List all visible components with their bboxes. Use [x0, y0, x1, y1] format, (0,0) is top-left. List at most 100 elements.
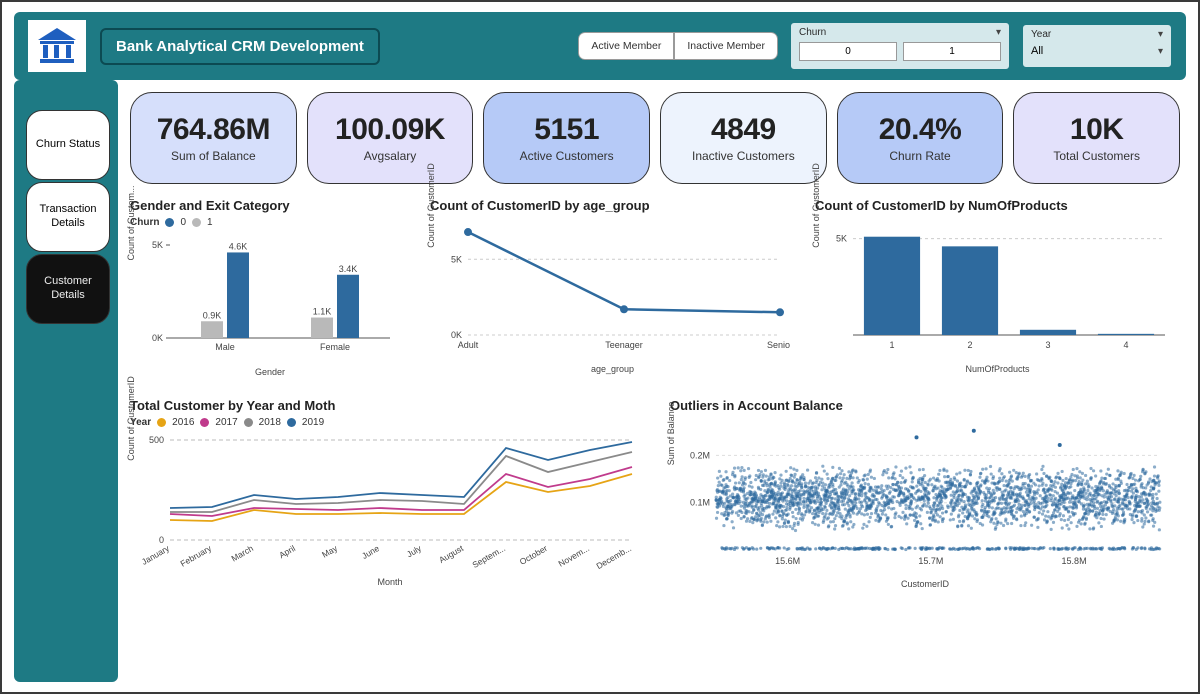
legend-item: 2017 [215, 417, 237, 428]
svg-text:0.1M: 0.1M [690, 498, 710, 508]
y-axis-label: Count of CustomerID [126, 376, 136, 461]
active-member-button[interactable]: Active Member [578, 32, 674, 61]
chart-svg: 0500JanuaryFebruaryMarchAprilMayJuneJuly… [130, 430, 640, 570]
kpi-row: 764.86M Sum of Balance 100.09K Avgsalary 515… [130, 92, 1180, 184]
nav-item-1[interactable]: Transaction Details [26, 182, 110, 252]
kpi-card-2: 5151Active Customers [483, 92, 650, 184]
x-axis-label: CustomerID [670, 579, 1180, 589]
page-title-pill: Bank Analytical CRM Development [100, 28, 380, 65]
top-controls: Active Member Inactive Member Churn ▾ 0 … [578, 22, 1172, 70]
app-logo [28, 20, 86, 72]
kpi-value: 100.09K [335, 113, 445, 147]
legend-swatch [244, 418, 253, 427]
kpi-label: Churn Rate [889, 149, 950, 163]
nav-item-0[interactable]: Churn Status [26, 110, 110, 180]
svg-text:August: August [437, 543, 465, 565]
svg-text:500: 500 [149, 435, 164, 445]
svg-text:May: May [320, 543, 340, 560]
x-axis-label: Gender [130, 367, 410, 377]
svg-text:4.6K: 4.6K [229, 241, 248, 251]
app-frame: Bank Analytical CRM Development Active M… [0, 0, 1200, 694]
svg-text:5K: 5K [836, 234, 847, 244]
nav-item-2[interactable]: Customer Details [26, 254, 110, 324]
top-bar: Bank Analytical CRM Development Active M… [14, 12, 1186, 80]
kpi-value: 20.4% [879, 113, 962, 147]
legend-swatch [287, 418, 296, 427]
x-axis-label: Month [130, 577, 650, 587]
kpi-card-4: 20.4% Churn Rate [837, 92, 1004, 184]
svg-text:Male: Male [215, 342, 235, 352]
svg-text:July: July [405, 543, 424, 560]
kpi-label: Sum of Balance [171, 149, 256, 163]
x-axis-label: NumOfProducts [815, 364, 1180, 374]
churn-option-1[interactable]: 1 [903, 42, 1001, 61]
chart-age-group: Count of CustomerID by age_group Count o… [430, 198, 795, 388]
year-slicer-label: Year [1031, 29, 1051, 40]
chart-title: Total Customer by Year and Moth [130, 398, 650, 413]
chart-gender-exit: Gender and Exit Category Churn 0 1 Count… [130, 198, 410, 388]
legend-item: 2018 [259, 417, 281, 428]
bank-icon [36, 26, 78, 66]
legend-swatch-0 [165, 218, 174, 227]
chevron-down-icon: ▾ [996, 27, 1001, 38]
kpi-card-5: 10K Total Customers [1013, 92, 1180, 184]
churn-option-0[interactable]: 0 [799, 42, 897, 61]
svg-text:0.9K: 0.9K [203, 310, 222, 320]
svg-text:Female: Female [320, 342, 350, 352]
svg-text:Adult: Adult [458, 340, 479, 350]
legend-swatch-1 [192, 218, 201, 227]
legend-item: 1 [207, 217, 213, 228]
svg-text:5K: 5K [451, 254, 462, 264]
churn-slicer[interactable]: Churn ▾ 0 1 [790, 22, 1010, 70]
svg-text:Decemb...: Decemb... [594, 543, 633, 570]
chart-legend: Year 2016201720182019 [130, 417, 650, 428]
svg-text:5K: 5K [152, 240, 163, 250]
year-value: All [1031, 45, 1043, 57]
legend-swatch [200, 418, 209, 427]
chart-svg: 5K1234 [815, 217, 1175, 357]
svg-text:3.4K: 3.4K [339, 264, 358, 274]
year-dropdown[interactable]: All ▾ [1031, 43, 1163, 59]
svg-text:15.7M: 15.7M [918, 556, 943, 566]
chart-outliers: Outliers in Account Balance Sum of Balan… [670, 398, 1180, 598]
kpi-value: 764.86M [157, 113, 270, 147]
churn-slicer-label: Churn [799, 27, 826, 38]
svg-text:2: 2 [967, 340, 972, 350]
legend-swatch [157, 418, 166, 427]
svg-text:October: October [518, 543, 549, 567]
chart-legend: Churn 0 1 [130, 217, 410, 228]
year-slicer[interactable]: Year ▾ All ▾ [1022, 24, 1172, 68]
svg-text:June: June [360, 543, 381, 561]
svg-text:Senior: Senior [767, 340, 790, 350]
legend-item: 2016 [172, 417, 194, 428]
content-area: 764.86M Sum of Balance 100.09K Avgsalary 515… [130, 92, 1180, 678]
kpi-value: 4849 [711, 113, 776, 147]
svg-text:Septem...: Septem... [470, 543, 507, 570]
inactive-member-button[interactable]: Inactive Member [674, 32, 778, 61]
svg-text:0K: 0K [451, 330, 462, 340]
chart-title: Gender and Exit Category [130, 198, 410, 213]
svg-text:April: April [277, 543, 297, 560]
svg-text:February: February [179, 543, 214, 569]
kpi-label: Inactive Customers [692, 149, 795, 163]
svg-text:0K: 0K [152, 333, 163, 343]
svg-text:0: 0 [159, 535, 164, 545]
kpi-label: Total Customers [1053, 149, 1140, 163]
kpi-card-3: 4849 Inactive Customers [660, 92, 827, 184]
y-axis-label: Count of CustomerID [426, 163, 436, 248]
chart-title: Count of CustomerID by NumOfProducts [815, 198, 1180, 213]
charts-row-2: Total Customer by Year and Moth Year 201… [130, 398, 1180, 598]
page-title: Bank Analytical CRM Development [116, 38, 364, 55]
x-axis-label: age_group [430, 364, 795, 374]
nav-column: Churn StatusTransaction DetailsCustomer … [26, 110, 110, 324]
kpi-value: 10K [1070, 113, 1124, 147]
y-axis-label: Count of Custom... [126, 185, 136, 260]
kpi-label: Avgsalary [364, 149, 416, 163]
svg-text:January: January [140, 543, 172, 567]
member-toggle: Active Member Inactive Member [578, 32, 778, 61]
svg-text:Novem...: Novem... [557, 543, 591, 569]
kpi-card-0: 764.86M Sum of Balance [130, 92, 297, 184]
chevron-down-icon: ▾ [1158, 29, 1163, 40]
legend-item: 0 [180, 217, 186, 228]
chart-svg: 0K5K0.9K4.6KMale1.1K3.4KFemale [130, 230, 400, 360]
